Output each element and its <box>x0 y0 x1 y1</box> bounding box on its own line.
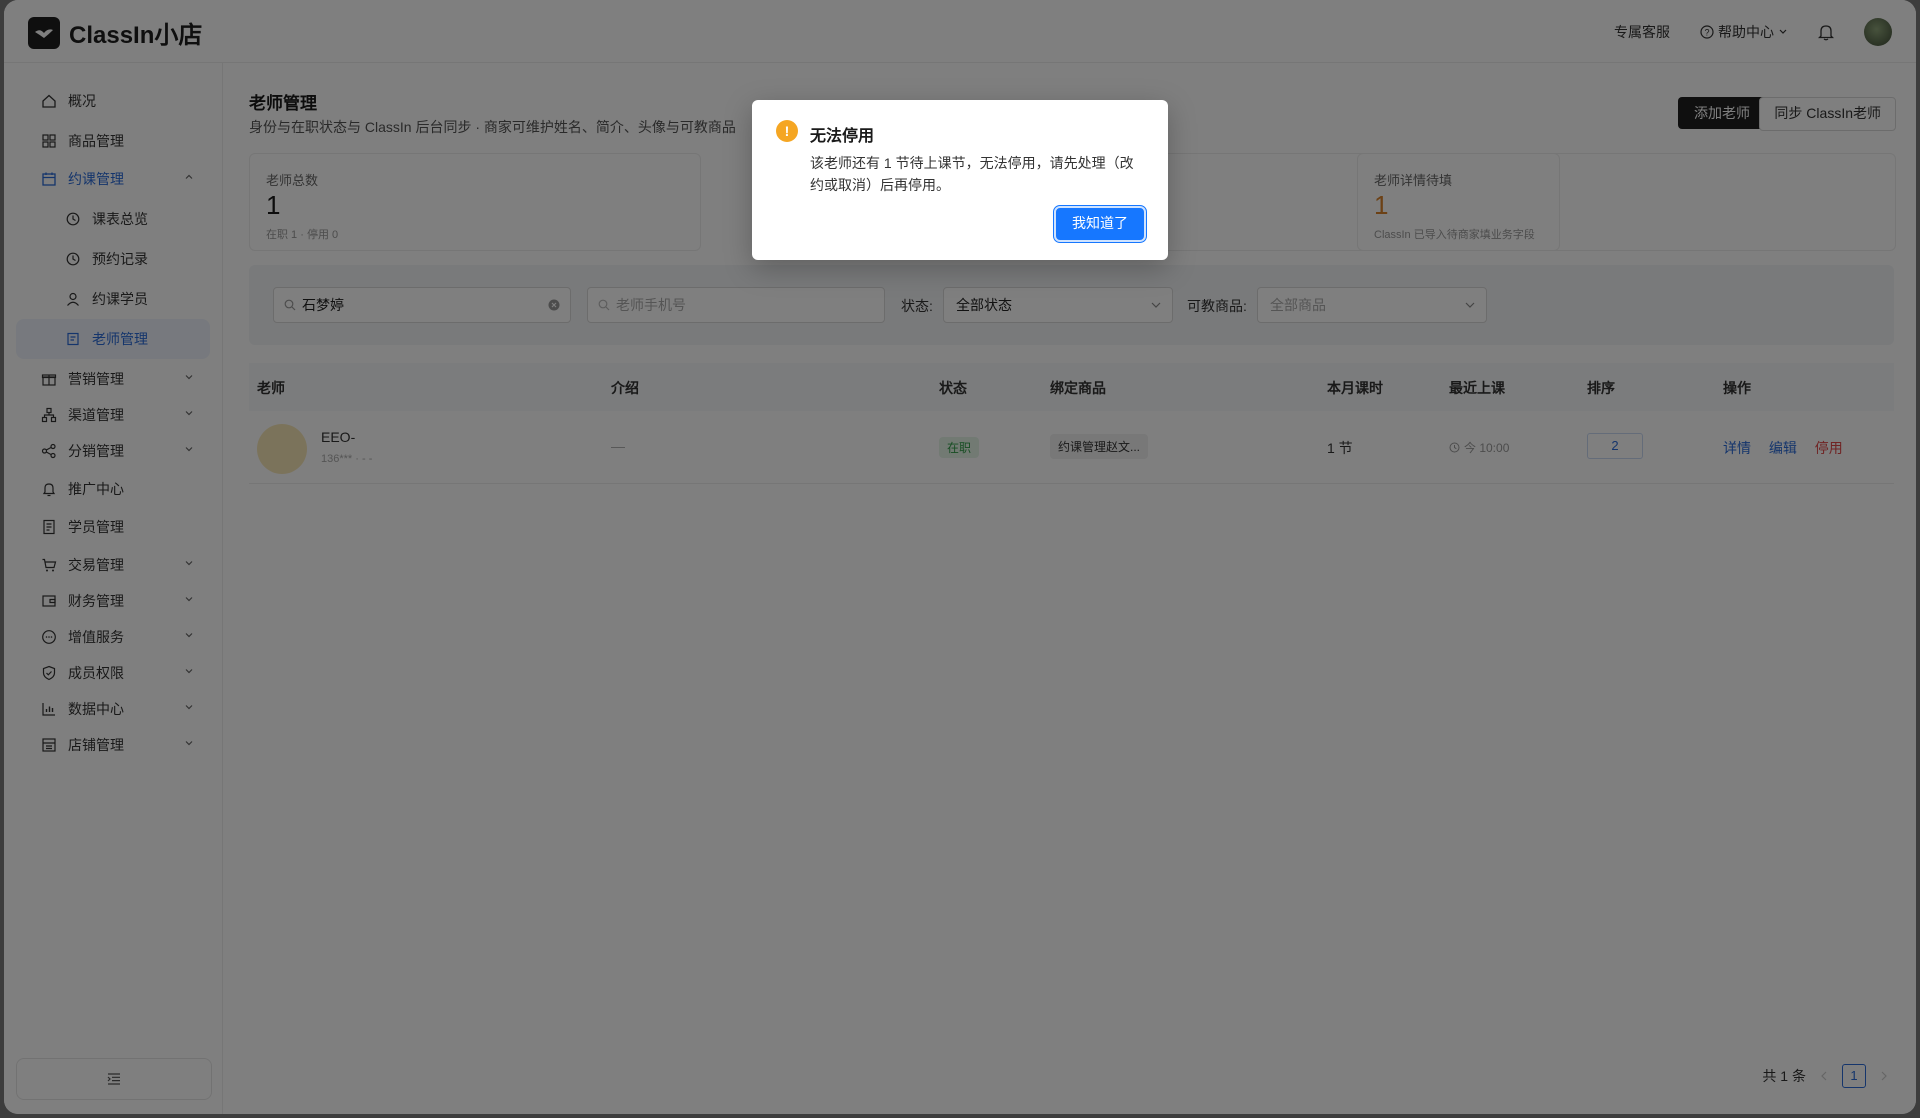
warning-icon: ! <box>776 120 798 142</box>
dialog-message: 该老师还有 1 节待上课节，无法停用，请先处理（改约或取消）后再停用。 <box>810 155 1134 193</box>
acknowledge-button[interactable]: 我知道了 <box>1054 206 1146 242</box>
dialog-title: 无法停用 <box>810 128 875 145</box>
cannot-disable-dialog: ! 无法停用 该老师还有 1 节待上课节，无法停用，请先处理（改约或取消）后再停… <box>752 100 1168 260</box>
